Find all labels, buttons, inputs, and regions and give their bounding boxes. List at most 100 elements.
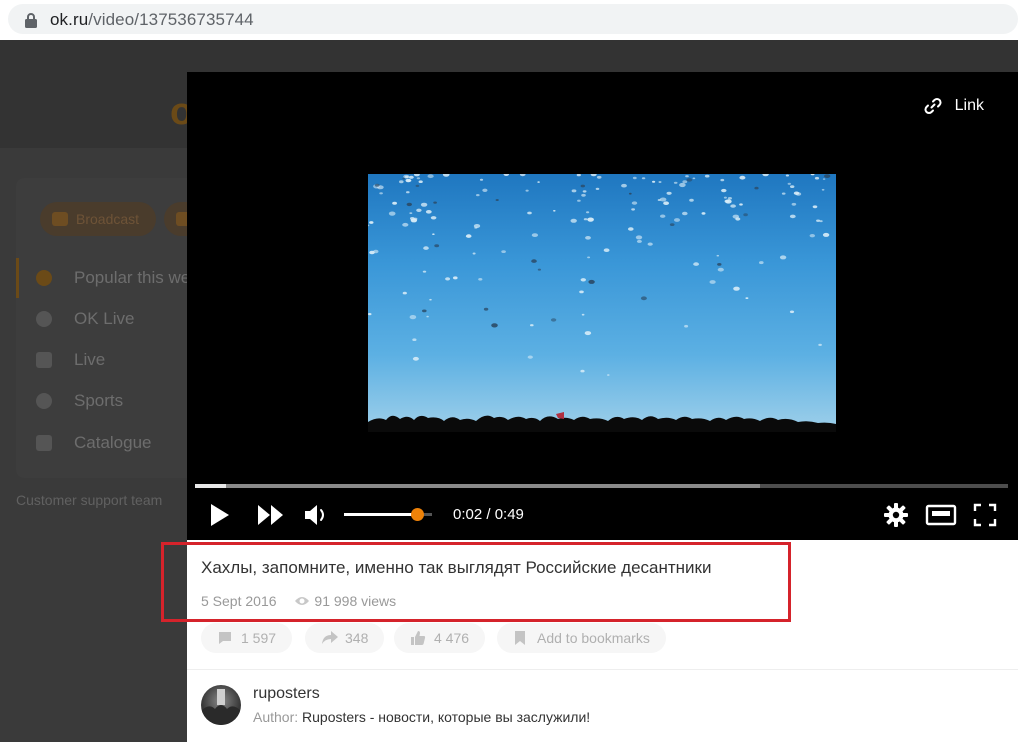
seek-bar[interactable] — [195, 484, 1008, 488]
parachute-speck — [582, 190, 587, 193]
url-field[interactable]: ok.ru/video/137536735744 — [8, 4, 1018, 34]
divider — [187, 669, 1018, 670]
volume-icon[interactable] — [303, 502, 331, 528]
parachute-speck — [580, 369, 585, 373]
parachute-speck — [587, 256, 591, 259]
parachute-speck — [379, 192, 383, 195]
url-host: ok.ru — [50, 10, 89, 29]
camera-icon — [36, 352, 52, 368]
settings-gear-icon[interactable] — [883, 502, 909, 528]
parachute-speck — [580, 184, 585, 188]
parachute-speck — [434, 244, 440, 248]
parachute-speck — [483, 307, 489, 311]
parachute-speck — [596, 175, 602, 179]
parachute-speck — [701, 212, 706, 215]
author-channel-link[interactable]: Ruposters - новости, которые вы заслужил… — [302, 709, 590, 725]
parachute-speck — [781, 192, 786, 195]
parachute-speck — [402, 291, 407, 295]
parachute-speck — [425, 210, 432, 214]
volume-slider[interactable] — [344, 508, 432, 521]
parachute-speck — [686, 178, 693, 182]
author-avatar[interactable] — [201, 685, 241, 725]
sidebar-item-label: Popular this we — [74, 268, 191, 287]
parachute-speck — [399, 180, 404, 184]
fast-forward-icon[interactable] — [257, 502, 285, 528]
parachute-speck — [530, 324, 534, 327]
parachute-speck — [628, 227, 634, 231]
like-button[interactable]: 4 476 — [394, 623, 486, 653]
parachute-speck — [525, 189, 529, 192]
browser-address-bar: ok.ru/video/137536735744 — [0, 0, 1018, 40]
parachute-speck — [433, 201, 437, 204]
highlight-box — [161, 542, 791, 622]
play-icon[interactable] — [209, 502, 231, 528]
broadcast-button[interactable]: Broadcast — [40, 202, 156, 236]
parachute-speck — [720, 178, 725, 182]
parachute-speck — [759, 261, 764, 265]
copy-link-button[interactable]: Link — [923, 94, 984, 118]
parachute-speck — [501, 250, 506, 253]
fullscreen-icon[interactable] — [973, 502, 997, 528]
parachute-speck — [392, 201, 397, 205]
parachute-speck — [809, 234, 815, 238]
nav-active-indicator — [16, 258, 19, 298]
parachute-speck — [732, 214, 739, 219]
broadcast-label: Broadcast — [76, 211, 140, 227]
parachute-speck — [402, 177, 406, 180]
parachute-speck — [814, 176, 820, 180]
parachute-speck — [709, 280, 716, 284]
parachute-speck — [369, 221, 374, 224]
parachute-speck — [430, 216, 437, 220]
parachute-speck — [423, 246, 429, 250]
share-button[interactable]: 348 — [305, 623, 385, 653]
parachute-speck — [787, 182, 791, 185]
parachute-speck — [819, 220, 823, 223]
parachute-speck — [621, 183, 627, 188]
parachute-speck — [689, 198, 694, 202]
crowd-silhouette-picture — [368, 412, 836, 432]
parachute-speck — [577, 199, 581, 202]
parachute-speck — [409, 315, 417, 320]
comments-button[interactable]: 1 597 — [201, 623, 293, 653]
parachute-speck — [581, 313, 585, 316]
parachute-speck — [412, 356, 419, 361]
parachute-speck — [739, 203, 743, 206]
share-icon — [322, 631, 338, 644]
parachute-speck — [673, 181, 678, 184]
parachute-speck — [422, 270, 427, 273]
parachute-speck — [416, 177, 421, 180]
parachute-speck — [785, 174, 789, 177]
customer-support-link[interactable]: Customer support team — [16, 492, 162, 508]
volume-level — [344, 513, 418, 516]
parachute-speck — [571, 189, 577, 193]
video-player[interactable]: Link 0:02 / 0:49 — [187, 72, 1018, 540]
parachute-speck — [527, 211, 532, 215]
parachute-speck — [631, 208, 635, 211]
parachute-speck — [704, 174, 710, 178]
parachute-speck — [652, 180, 656, 183]
parachute-speck — [716, 254, 720, 257]
parachute-speck — [721, 188, 727, 193]
parachute-speck — [503, 174, 509, 176]
parachute-speck — [674, 218, 680, 222]
parachute-speck — [647, 242, 653, 246]
parachute-speck — [553, 210, 556, 212]
link-label: Link — [954, 97, 984, 114]
parachute-speck — [669, 223, 675, 226]
parachute-speck — [789, 214, 796, 219]
parachute-speck — [537, 268, 541, 271]
volume-knob[interactable] — [411, 508, 425, 521]
parachute-speck — [789, 310, 795, 314]
add-bookmark-button[interactable]: Add to bookmarks — [497, 623, 666, 653]
parachute-speck — [682, 211, 688, 216]
parachute-speck — [416, 208, 422, 212]
author-name-link[interactable]: ruposters — [253, 685, 320, 703]
video-modal: Link 0:02 / 0:49 Хахлы, запомните, именн… — [187, 72, 1018, 742]
catalogue-icon — [36, 435, 52, 451]
parachute-speck — [413, 217, 418, 221]
parachute-speck — [576, 174, 581, 177]
parachute-speck — [537, 181, 540, 183]
mini-player-icon[interactable] — [925, 502, 957, 528]
parachute-speck — [821, 188, 825, 191]
live-circle-icon — [36, 311, 52, 327]
